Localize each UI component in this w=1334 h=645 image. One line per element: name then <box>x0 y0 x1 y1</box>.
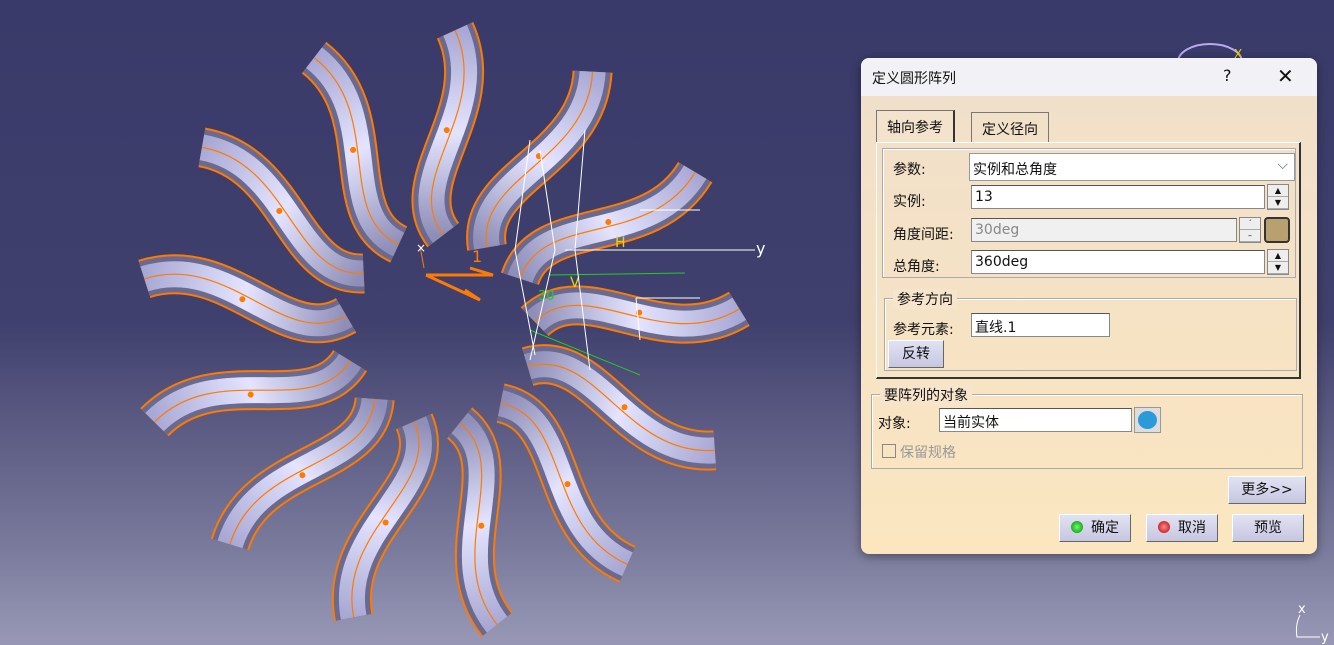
angle-label: 30 <box>538 289 555 304</box>
reference-direction-group: 参考方向 参考元素: 直线.1 反转 <box>884 289 1297 371</box>
h-label: H <box>615 235 626 251</box>
close-button[interactable]: ✕ <box>1277 64 1294 88</box>
reference-direction-legend: 参考方向 <box>893 289 957 309</box>
chevron-down-icon: ⌵ <box>1277 157 1288 173</box>
parameter-label: 参数: <box>893 162 926 178</box>
total-angle-label: 总角度: <box>893 259 940 275</box>
ok-icon <box>1071 521 1083 533</box>
triad-x-label: x <box>1298 602 1306 617</box>
blade-instance[interactable] <box>140 346 368 439</box>
blade-instance[interactable] <box>444 407 514 637</box>
instances-stepper[interactable]: ▲ ▼ <box>1267 184 1289 210</box>
lock-icon[interactable] <box>1264 217 1290 243</box>
keep-spec-checkbox[interactable] <box>882 444 896 458</box>
triad-y-label: y <box>1321 630 1329 645</box>
instances-input[interactable]: 13 <box>971 185 1265 209</box>
dialog-title: 定义圆形阵列 <box>872 71 956 87</box>
y-axis-label: y <box>756 239 765 258</box>
circular-pattern-blades[interactable] <box>138 22 750 637</box>
object-selector-button[interactable] <box>1134 407 1161 433</box>
selector-icon <box>1138 411 1157 429</box>
offset-label: 1 <box>472 247 482 266</box>
total-angle-input[interactable]: 360deg <box>971 250 1265 274</box>
help-button[interactable]: ? <box>1223 66 1232 85</box>
instances-label: 实例: <box>893 194 926 210</box>
keep-spec-label: 保留规格 <box>900 445 956 461</box>
total-angle-stepper[interactable]: ▲ ▼ <box>1267 249 1289 275</box>
reference-element-label: 参考元素: <box>893 322 954 338</box>
parameter-select[interactable]: 实例和总角度 ⌵ <box>969 153 1295 181</box>
cancel-button[interactable]: 取消 <box>1146 514 1218 542</box>
ok-button[interactable]: 确定 <box>1059 514 1131 542</box>
circular-pattern-dialog: 定义圆形阵列 ? ✕ 轴向参考 定义径向 参数: 实例和总角度 ⌵ 实例: 13 … <box>861 58 1317 554</box>
object-label: 对象: <box>878 416 911 432</box>
preview-button[interactable]: 预览 <box>1232 514 1304 542</box>
angular-spacing-input[interactable]: 30deg <box>971 218 1237 242</box>
objects-to-pattern-group: 要阵列的对象 对象: 当前实体 保留规格 <box>871 385 1303 469</box>
angular-spacing-stepper[interactable]: ˊ – <box>1239 217 1261 243</box>
tab-axial-reference[interactable]: 轴向参考 <box>876 110 955 143</box>
object-input[interactable]: 当前实体 <box>939 408 1132 432</box>
origin-marker: × <box>416 241 426 255</box>
objects-legend: 要阵列的对象 <box>880 385 972 405</box>
blade-instance[interactable] <box>411 22 485 248</box>
axis-triad-icon <box>1295 614 1320 638</box>
reference-element-input[interactable]: 直线.1 <box>971 313 1110 337</box>
parameters-group: 参数: 实例和总角度 ⌵ 实例: 13 ▲ ▼ 角度间距: 30deg ˊ – 总角度… <box>882 148 1296 278</box>
dialog-titlebar[interactable]: 定义圆形阵列 ? ✕ <box>861 58 1317 96</box>
angular-spacing-label: 角度间距: <box>893 227 954 243</box>
tab-define-radial[interactable]: 定义径向 <box>971 112 1049 142</box>
more-button[interactable]: 更多>> <box>1228 476 1306 504</box>
cancel-icon <box>1158 521 1170 533</box>
tab-panel: 参数: 实例和总角度 ⌵ 实例: 13 ▲ ▼ 角度间距: 30deg ˊ – 总角度… <box>876 142 1301 379</box>
reverse-button[interactable]: 反转 <box>888 340 944 368</box>
